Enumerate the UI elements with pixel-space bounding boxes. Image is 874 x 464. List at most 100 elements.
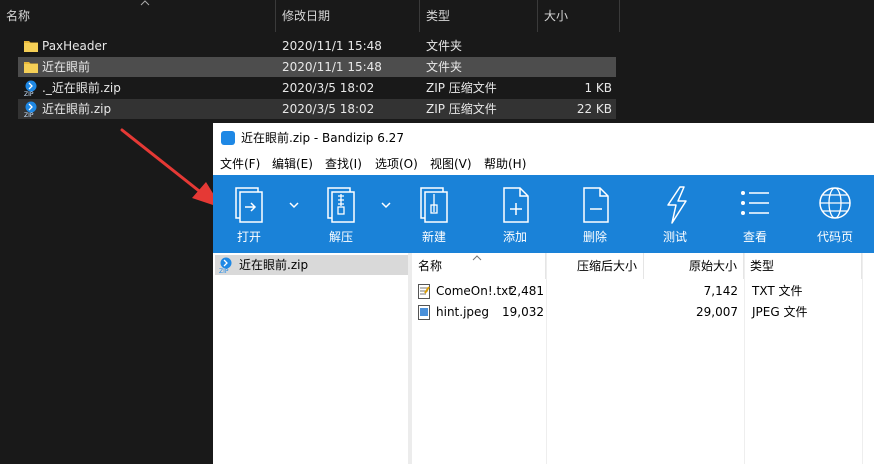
column-name-label: 名称 [6, 9, 31, 23]
file-type: ZIP 压缩文件 [426, 102, 497, 116]
file-name: ._近在眼前.zip [42, 81, 121, 95]
svg-text:ZIP: ZIP [24, 91, 34, 96]
menu-find[interactable]: 查找(I) [325, 153, 362, 175]
view-label: 查看 [742, 230, 767, 244]
extract-button[interactable]: 解压 [306, 175, 376, 253]
codepage-icon [819, 187, 851, 219]
new-archive-button[interactable]: 新建 [399, 175, 469, 253]
file-size: 22 KB [576, 102, 612, 116]
open-label: 打开 [236, 230, 261, 244]
list-column-type-label: 类型 [750, 259, 775, 273]
entry-type: TXT 文件 [752, 284, 803, 298]
window-title: 近在眼前.zip - Bandizip 6.27 [241, 131, 404, 145]
toolbar: 打开 解压 新建 添加 删除 测试 查看 代码页 [213, 175, 874, 253]
list-column-original[interactable]: 原始大小 [644, 253, 744, 279]
zip-icon: ZIP [24, 80, 37, 96]
list-row[interactable]: ComeOn!.txt 2,481 7,142 TXT 文件 [412, 281, 874, 302]
delete-label: 删除 [582, 230, 607, 244]
explorer-column-header: 名称 修改日期 类型 大小 [0, 0, 620, 32]
entry-name: hint.jpeg [436, 305, 490, 319]
file-modified: 2020/11/1 15:48 [282, 39, 382, 53]
test-button[interactable]: 测试 [640, 175, 710, 253]
title-bar: 近在眼前.zip - Bandizip 6.27 [213, 123, 874, 153]
menu-options[interactable]: 选项(O) [375, 153, 418, 175]
test-icon [667, 186, 687, 224]
test-label: 测试 [662, 230, 687, 244]
add-button[interactable]: 添加 [480, 175, 550, 253]
column-size[interactable]: 大小 [538, 0, 620, 32]
entry-packed-size: 19,032 [502, 305, 544, 319]
file-type: 文件夹 [426, 39, 463, 53]
tree-item-archive[interactable]: ZIP 近在眼前.zip [215, 255, 408, 275]
add-icon [503, 187, 529, 223]
column-size-label: 大小 [544, 9, 569, 23]
new-archive-label: 新建 [421, 230, 446, 244]
list-column-type[interactable]: 类型 [744, 253, 862, 279]
list-row[interactable]: hint.jpeg 19,032 29,007 JPEG 文件 [412, 302, 874, 323]
open-button[interactable]: 打开 [214, 175, 284, 253]
file-name: 近在眼前 [42, 60, 91, 74]
column-type[interactable]: 类型 [420, 0, 538, 32]
codepage-label: 代码页 [816, 230, 853, 244]
list-column-original-label: 原始大小 [688, 259, 737, 273]
svg-text:ZIP: ZIP [219, 268, 229, 273]
file-modified: 2020/3/5 18:02 [282, 102, 375, 116]
explorer-row[interactable]: ZIP ._近在眼前.zip 2020/3/5 18:02 ZIP 压缩文件 1… [18, 78, 616, 98]
folder-icon [24, 62, 38, 73]
entry-type: JPEG 文件 [752, 305, 808, 319]
column-modified-label: 修改日期 [282, 9, 331, 23]
folder-icon [24, 41, 38, 52]
entry-original-size: 7,142 [703, 284, 738, 298]
extract-icon [327, 187, 355, 223]
entry-packed-size: 2,481 [509, 284, 544, 298]
bandizip-window: 近在眼前.zip - Bandizip 6.27 文件(F) 编辑(E) 查找(… [213, 123, 874, 464]
entry-name: ComeOn!.txt [436, 284, 513, 298]
content-area: ZIP 近在眼前.zip 名称 压缩后大小 原始大小 类型 ComeOn!.tx… [213, 253, 874, 464]
image-file-icon [418, 305, 430, 320]
explorer-row[interactable]: ZIP 近在眼前.zip 2020/3/5 18:02 ZIP 压缩文件 22 … [18, 99, 616, 119]
column-type-label: 类型 [426, 9, 451, 23]
explorer-row[interactable]: 近在眼前 2020/11/1 15:48 文件夹 [18, 57, 616, 77]
zip-icon: ZIP [24, 101, 37, 117]
menu-help[interactable]: 帮助(H) [484, 153, 526, 175]
delete-button[interactable]: 删除 [560, 175, 630, 253]
menu-bar: 文件(F) 编辑(E) 查找(I) 选项(O) 视图(V) 帮助(H) [213, 153, 874, 175]
file-name: 近在眼前.zip [42, 102, 112, 116]
file-name: PaxHeader [42, 39, 107, 53]
menu-view[interactable]: 视图(V) [430, 153, 472, 175]
chevron-down-icon[interactable] [381, 201, 391, 209]
list-column-name-label: 名称 [418, 259, 443, 273]
file-modified: 2020/11/1 15:48 [282, 60, 382, 74]
sort-up-icon [472, 255, 482, 261]
tree-item-label: 近在眼前.zip [239, 258, 309, 272]
column-modified[interactable]: 修改日期 [276, 0, 420, 32]
svg-text:ZIP: ZIP [24, 112, 34, 117]
explorer-row[interactable]: PaxHeader 2020/11/1 15:48 文件夹 [18, 36, 616, 56]
open-icon [235, 187, 263, 223]
list-column-name[interactable]: 名称 [412, 253, 546, 279]
menu-file[interactable]: 文件(F) [220, 153, 260, 175]
sort-up-icon [140, 0, 150, 6]
view-button[interactable]: 查看 [720, 175, 790, 253]
file-modified: 2020/3/5 18:02 [282, 81, 375, 95]
bandizip-app-icon [221, 131, 235, 145]
entry-original-size: 29,007 [696, 305, 738, 319]
file-list: 名称 压缩后大小 原始大小 类型 ComeOn!.txt 2,481 7,142… [412, 253, 874, 464]
delete-icon [583, 187, 609, 223]
list-column-packed[interactable]: 压缩后大小 [546, 253, 644, 279]
text-file-icon [418, 284, 430, 299]
folder-tree: ZIP 近在眼前.zip [213, 253, 408, 464]
file-type: ZIP 压缩文件 [426, 81, 497, 95]
menu-edit[interactable]: 编辑(E) [272, 153, 313, 175]
chevron-down-icon[interactable] [289, 201, 299, 209]
new-archive-icon [420, 187, 448, 223]
column-name[interactable]: 名称 [0, 0, 276, 32]
zip-icon: ZIP [219, 257, 232, 273]
file-type: 文件夹 [426, 60, 463, 74]
file-size: 1 KB [584, 81, 612, 95]
list-column-packed-label: 压缩后大小 [576, 259, 637, 273]
view-icon [741, 191, 769, 215]
add-label: 添加 [502, 230, 527, 244]
codepage-button[interactable]: 代码页 [800, 175, 870, 253]
extract-label: 解压 [328, 230, 353, 244]
